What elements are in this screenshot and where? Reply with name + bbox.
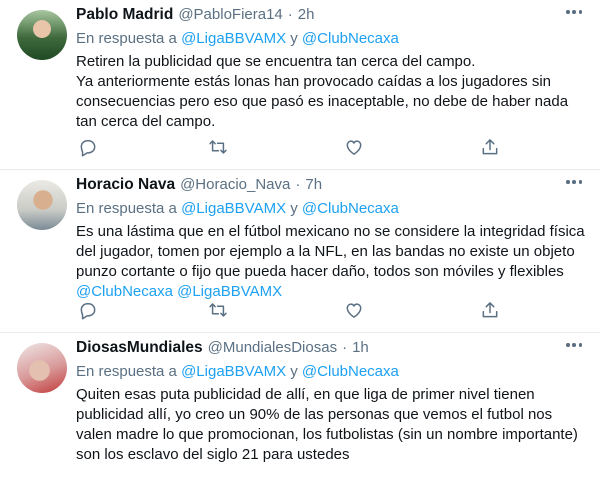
display-name[interactable]: Horacio Nava xyxy=(76,176,175,194)
separator: · xyxy=(295,176,301,193)
tweet[interactable]: Horacio Nava @Horacio_Nava · 7h En respu… xyxy=(0,170,600,333)
tweet[interactable]: Pablo Madrid @PabloFiera14 · 2h En respu… xyxy=(0,0,600,170)
reply-joiner: y xyxy=(290,363,298,380)
share-icon[interactable] xyxy=(480,137,500,157)
user-handle[interactable]: @MundialesDiosas xyxy=(208,339,337,356)
display-name[interactable]: DiosasMundiales xyxy=(76,339,203,357)
tweet-body: Quiten esas puta publicidad de allí, en … xyxy=(76,386,578,463)
tweet-actions xyxy=(76,300,498,320)
mention-link[interactable]: @LigaBBVAMX xyxy=(181,200,286,217)
mention-link[interactable]: @ClubNecaxa xyxy=(302,200,399,217)
retweet-icon[interactable] xyxy=(208,137,228,157)
timestamp[interactable]: 7h xyxy=(305,176,322,193)
avatar[interactable] xyxy=(17,180,67,230)
tweet-header: DiosasMundiales @MundialesDiosas · 1h xyxy=(76,339,369,361)
mention-link[interactable]: @ClubNecaxa @LigaBBVAMX xyxy=(76,283,282,300)
reply-icon[interactable] xyxy=(78,300,98,320)
mention-link[interactable]: @LigaBBVAMX xyxy=(181,363,286,380)
separator: · xyxy=(287,6,293,23)
tweet[interactable]: DiosasMundiales @MundialesDiosas · 1h En… xyxy=(0,333,600,501)
like-icon[interactable] xyxy=(344,300,364,320)
mention-link[interactable]: @LigaBBVAMX xyxy=(181,30,286,47)
reply-prefix: En respuesta a xyxy=(76,30,177,47)
user-handle[interactable]: @PabloFiera14 xyxy=(178,6,282,23)
tweet-body: Es una lástima que en el fútbol mexicano… xyxy=(76,223,585,280)
timestamp[interactable]: 1h xyxy=(352,339,369,356)
reply-icon[interactable] xyxy=(78,137,98,157)
separator: · xyxy=(342,339,348,356)
more-icon[interactable] xyxy=(566,10,582,16)
avatar[interactable] xyxy=(17,343,67,393)
more-icon[interactable] xyxy=(566,180,582,186)
tweet-body: Retiren la publicidad que se encuentra t… xyxy=(76,53,569,130)
user-handle[interactable]: @Horacio_Nava xyxy=(180,176,290,193)
tweet-actions xyxy=(76,137,498,157)
retweet-icon[interactable] xyxy=(208,300,228,320)
mention-link[interactable]: @ClubNecaxa xyxy=(302,30,399,47)
timestamp[interactable]: 2h xyxy=(298,6,315,23)
mention-link[interactable]: @ClubNecaxa xyxy=(302,363,399,380)
reply-context: En respuesta a @LigaBBVAMX y @ClubNecaxa xyxy=(76,200,399,217)
reply-context: En respuesta a @LigaBBVAMX y @ClubNecaxa xyxy=(76,363,399,380)
reply-prefix: En respuesta a xyxy=(76,363,177,380)
share-icon[interactable] xyxy=(480,300,500,320)
more-icon[interactable] xyxy=(566,343,582,349)
tweet-header: Pablo Madrid @PabloFiera14 · 2h xyxy=(76,6,314,28)
tweet-feed: Pablo Madrid @PabloFiera14 · 2h En respu… xyxy=(0,0,600,501)
reply-joiner: y xyxy=(290,30,298,47)
reply-prefix: En respuesta a xyxy=(76,200,177,217)
avatar[interactable] xyxy=(17,10,67,60)
tweet-text: Retiren la publicidad que se encuentra t… xyxy=(76,52,591,132)
display-name[interactable]: Pablo Madrid xyxy=(76,6,173,24)
tweet-text: Es una lástima que en el fútbol mexicano… xyxy=(76,222,591,302)
tweet-text: Quiten esas puta publicidad de allí, en … xyxy=(76,385,591,465)
tweet-header: Horacio Nava @Horacio_Nava · 7h xyxy=(76,176,322,198)
reply-joiner: y xyxy=(290,200,298,217)
like-icon[interactable] xyxy=(344,137,364,157)
reply-context: En respuesta a @LigaBBVAMX y @ClubNecaxa xyxy=(76,30,399,47)
